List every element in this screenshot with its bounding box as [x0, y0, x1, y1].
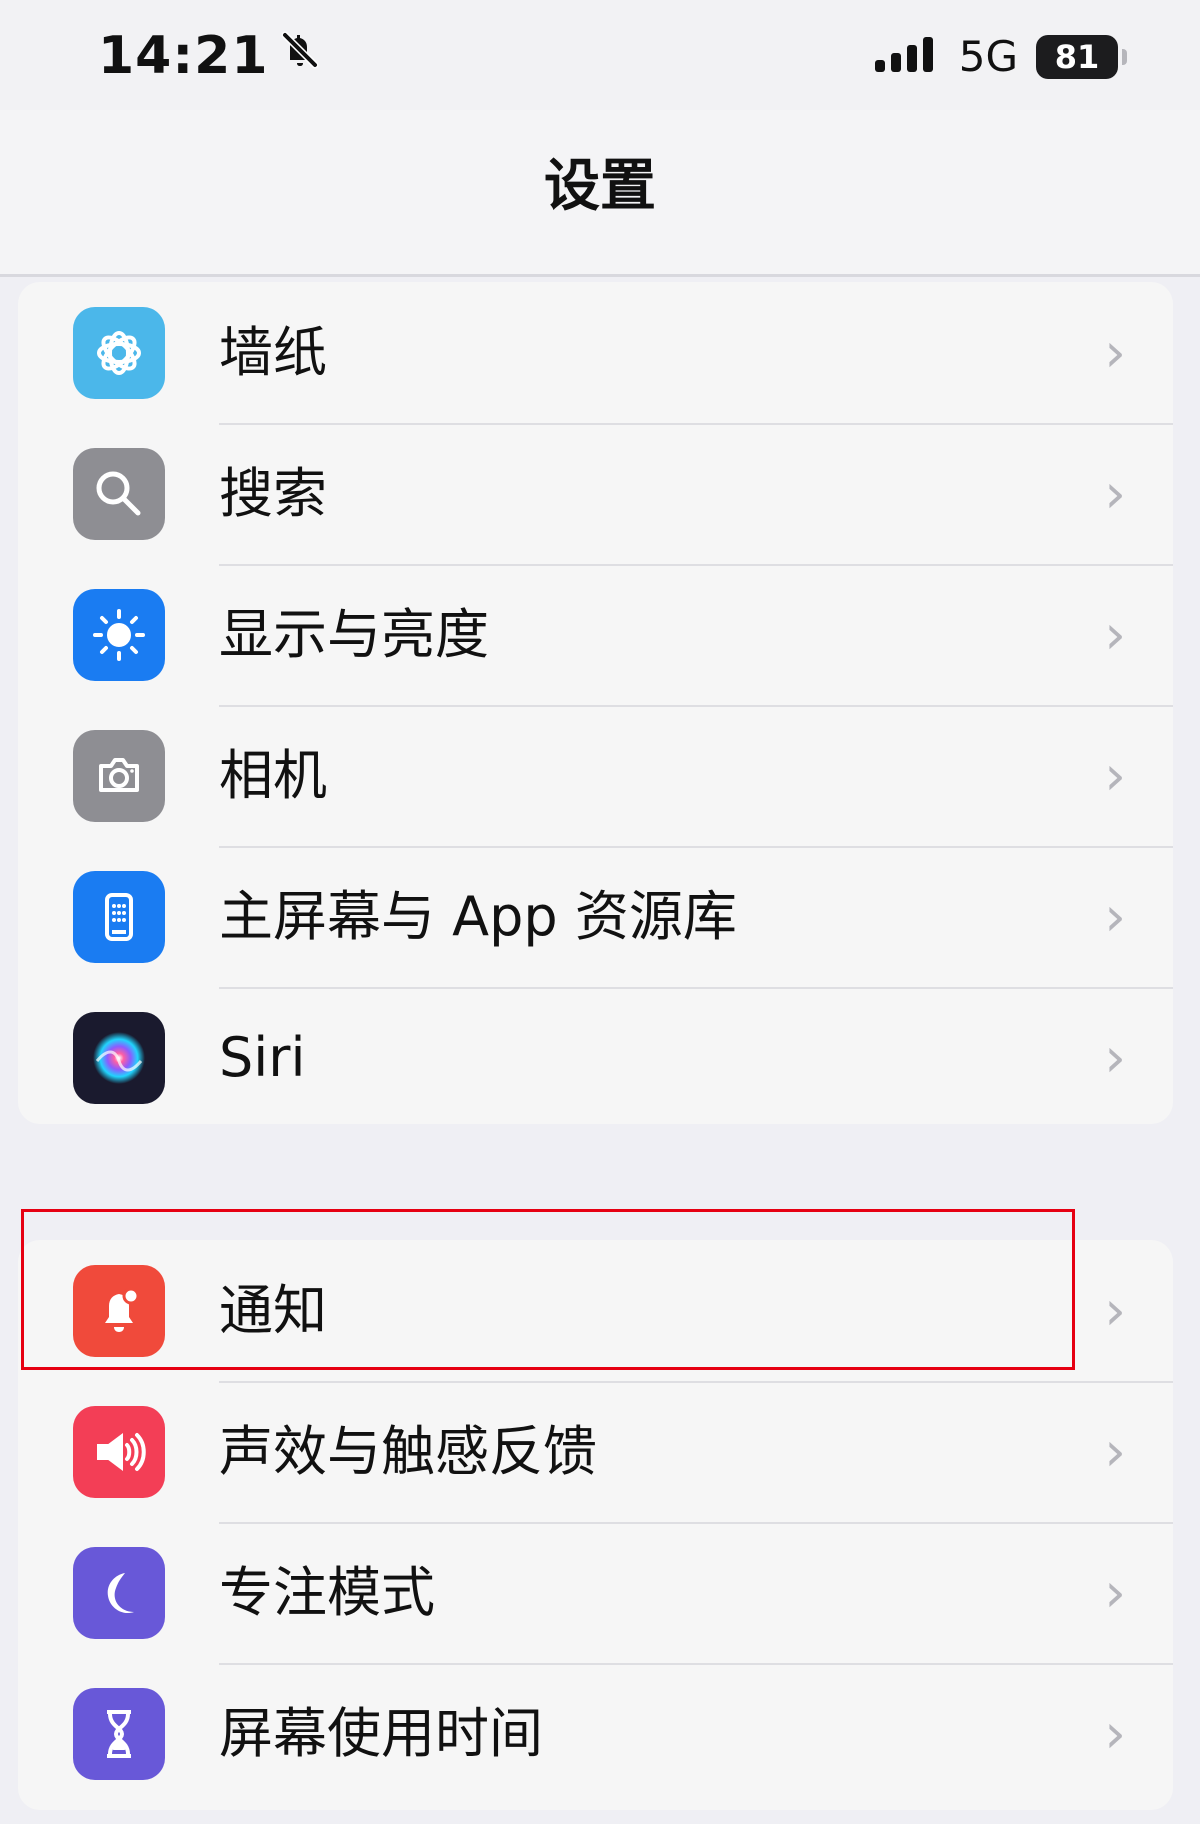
row-label-sounds: 声效与触感反馈	[219, 1419, 597, 1483]
row-label-home-screen: 主屏幕与 App 资源库	[219, 884, 737, 948]
time-text: 14:21	[98, 26, 269, 86]
settings-row-wallpaper[interactable]: 墙纸 ›	[18, 282, 1173, 423]
wallpaper-icon	[73, 306, 165, 399]
sound-speaker-icon	[73, 1405, 165, 1498]
battery-level: 81	[1054, 37, 1100, 76]
chevron-right-icon: ›	[1104, 1701, 1126, 1765]
row-label-search: 搜索	[219, 461, 327, 525]
settings-row-search[interactable]: 搜索 ›	[18, 423, 1173, 564]
settings-row-focus[interactable]: 专注模式 ›	[18, 1522, 1173, 1663]
settings-row-camera[interactable]: 相机 ›	[18, 705, 1173, 846]
row-label-camera: 相机	[219, 743, 327, 807]
status-right: 5G 81	[871, 32, 1127, 81]
mute-icon	[277, 26, 323, 86]
chevron-right-icon: ›	[1104, 320, 1126, 384]
settings-row-display[interactable]: 显示与亮度 ›	[18, 564, 1173, 705]
settings-row-sounds[interactable]: 声效与触感反馈 ›	[18, 1381, 1173, 1522]
row-label-display: 显示与亮度	[219, 602, 489, 666]
chevron-right-icon: ›	[1104, 1025, 1126, 1089]
camera-icon	[73, 729, 165, 822]
settings-row-screen-time[interactable]: 屏幕使用时间 ›	[18, 1663, 1173, 1804]
row-label-focus: 专注模式	[219, 1560, 435, 1624]
network-label: 5G	[958, 32, 1018, 81]
chevron-right-icon: ›	[1104, 884, 1126, 948]
chevron-right-icon: ›	[1104, 602, 1126, 666]
chevron-right-icon: ›	[1104, 743, 1126, 807]
chevron-right-icon: ›	[1104, 1278, 1126, 1342]
hourglass-icon	[73, 1687, 165, 1780]
display-brightness-icon	[73, 588, 165, 681]
status-bar: 14:21 5G 81	[0, 0, 1200, 110]
siri-icon	[73, 1011, 165, 1104]
chevron-right-icon: ›	[1104, 1419, 1126, 1483]
row-label-screen-time: 屏幕使用时间	[219, 1701, 543, 1765]
settings-row-siri[interactable]: Siri ›	[18, 987, 1173, 1124]
row-label-wallpaper: 墙纸	[219, 320, 327, 384]
notification-highlight-box	[21, 1209, 1075, 1370]
chevron-right-icon: ›	[1104, 1560, 1126, 1624]
chevron-right-icon: ›	[1104, 461, 1126, 525]
focus-moon-icon	[73, 1546, 165, 1639]
page-title: 设置	[544, 153, 656, 219]
home-screen-icon	[73, 870, 165, 963]
settings-row-home-screen[interactable]: 主屏幕与 App 资源库 ›	[18, 846, 1173, 987]
battery-indicator: 81	[1036, 34, 1127, 79]
settings-group-1: 墙纸 › 搜索 › 显示与亮度 › 相机 › 主屏幕与 App 资源库 › Si…	[18, 282, 1173, 1124]
status-time: 14:21	[98, 26, 323, 86]
row-label-siri: Siri	[219, 1025, 306, 1089]
signal-icon	[871, 33, 941, 81]
search-icon	[73, 447, 165, 540]
settings-header: 设置	[0, 110, 1200, 277]
